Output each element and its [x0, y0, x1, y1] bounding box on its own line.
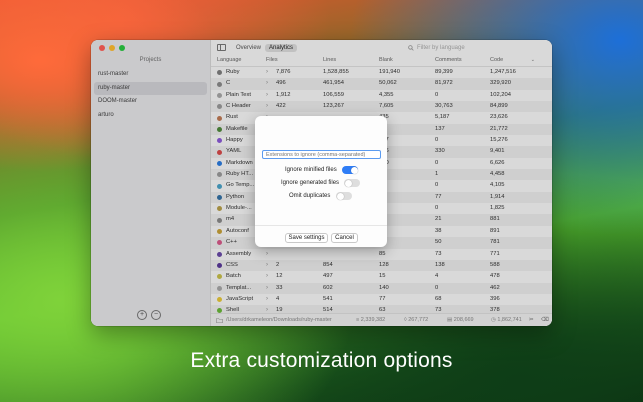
ignore-minified-toggle[interactable] — [342, 166, 358, 174]
omit-duplicates-label: Omit duplicates — [289, 193, 331, 199]
settings-dialog: Ignore minified files Ignore generated f… — [255, 116, 387, 247]
promo-caption: Extra customization options — [190, 349, 453, 372]
toggle-knob — [344, 179, 352, 187]
omit-duplicates-toggle[interactable] — [336, 192, 352, 200]
toggle-knob — [336, 192, 344, 200]
dialog-divider — [255, 225, 387, 226]
ignore-generated-toggle[interactable] — [344, 179, 360, 187]
ignore-extensions-input[interactable] — [262, 150, 381, 159]
ignore-generated-label: Ignore generated files — [281, 180, 340, 186]
save-settings-button[interactable]: Save settings — [285, 233, 328, 243]
cancel-button[interactable]: Cancel — [331, 233, 358, 243]
toggle-knob — [350, 166, 358, 174]
ignore-minified-label: Ignore minified files — [285, 167, 337, 173]
